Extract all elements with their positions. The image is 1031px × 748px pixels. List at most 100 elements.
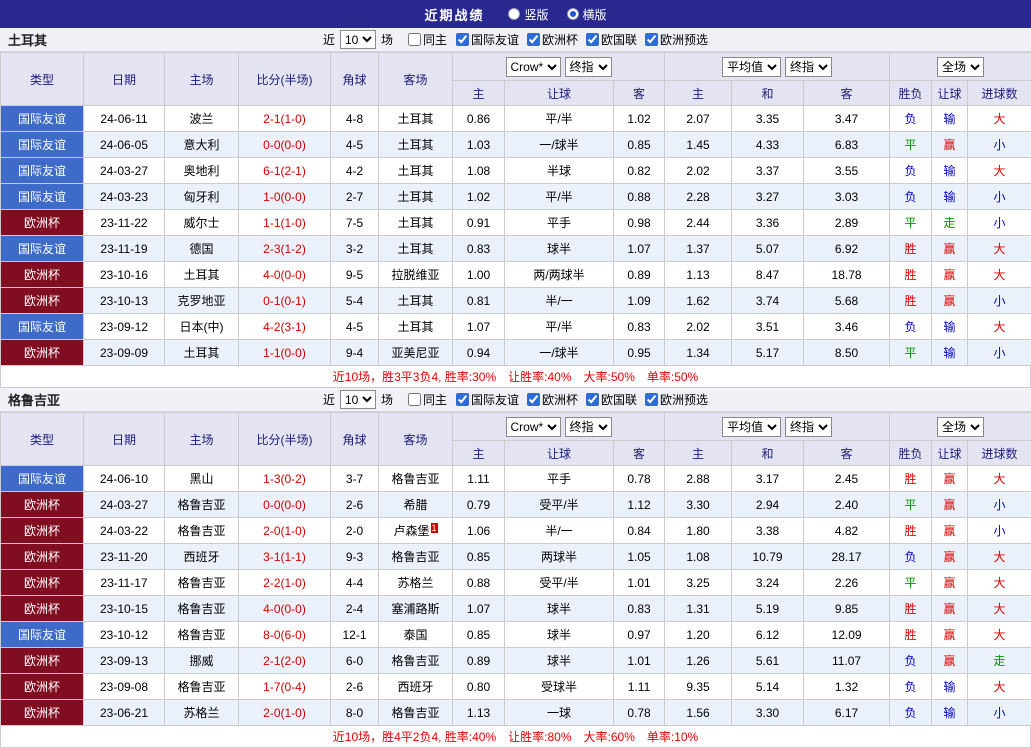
crown-away-odds-cell: 1.12 [614,492,665,518]
competition-checkbox-input[interactable] [527,393,540,406]
match-row: 欧洲杯23-11-22威尔士1-1(1-0)7-5土耳其0.91平手0.982.… [1,210,1031,236]
competition-checkbox-input[interactable] [456,33,469,46]
crown-away-odds-cell: 1.09 [614,288,665,314]
date-cell: 23-10-16 [84,262,165,288]
competition-checkbox-2[interactable]: 欧国联 [586,31,637,48]
recent-count-select[interactable]: 10 [340,390,376,409]
radio-circle[interactable] [508,8,520,20]
matches-table: 类型 日期 主场 比分(半场) 角球 客场 Crow* 终指 平均值 [0,412,1031,726]
away-team-cell: 土耳其 [379,288,453,314]
competition-checkbox-input[interactable] [456,393,469,406]
handicap-cell: 平/半 [505,314,614,340]
subcol-crown-home: 主 [453,441,505,466]
competition-checkbox-input[interactable] [586,393,599,406]
fulltime-select[interactable]: 全场 [937,417,984,437]
avg-home-odds-cell: 1.20 [665,622,732,648]
crown-home-odds-cell: 0.86 [453,106,505,132]
avg-home-odds-cell: 2.02 [665,158,732,184]
result-wdl-cell: 胜 [890,596,932,622]
competition-checkbox-0[interactable]: 国际友谊 [456,31,519,48]
subcol-avg-draw: 和 [732,441,804,466]
home-team-cell: 格鲁吉亚 [165,492,239,518]
competition-checkbox-0[interactable]: 国际友谊 [456,391,519,408]
average-select[interactable]: 平均值 [722,417,781,437]
fulltime-select[interactable]: 全场 [937,57,984,77]
vertical-layout-radio[interactable]: 竖版 [508,6,548,23]
competition-checkbox-3[interactable]: 欧洲预选 [645,391,708,408]
matches-label: 场 [381,31,393,48]
score-cell: 4-0(0-0) [239,262,331,288]
result-wdl-cell: 平 [890,492,932,518]
handicap-cell: 受球半 [505,674,614,700]
avg-home-odds-cell: 1.56 [665,700,732,726]
handicap-cell: 球半 [505,648,614,674]
team-name: 格鲁吉亚 [8,390,60,409]
score-cell: 1-3(0-2) [239,466,331,492]
corners-cell: 2-6 [331,674,379,700]
avg-away-odds-cell: 3.03 [804,184,890,210]
avg-draw-odds-cell: 3.35 [732,106,804,132]
average-select[interactable]: 平均值 [722,57,781,77]
competition-checkbox-3[interactable]: 欧洲预选 [645,31,708,48]
competition-cell: 国际友谊 [1,314,84,340]
recent-count-select[interactable]: 10 [340,30,376,49]
result-wdl-cell: 胜 [890,622,932,648]
average-index-select[interactable]: 终指 [785,57,832,77]
corners-cell: 3-7 [331,466,379,492]
score-cell: 2-0(1-0) [239,518,331,544]
same-home-checkbox[interactable]: 同主 [408,391,447,408]
score-cell: 0-0(0-0) [239,492,331,518]
crown-away-odds-cell: 1.02 [614,106,665,132]
match-row: 欧洲杯24-03-22格鲁吉亚2-0(1-0)2-0卢森堡11.06半/一0.8… [1,518,1031,544]
crown-home-odds-cell: 0.89 [453,648,505,674]
avg-away-odds-cell: 18.78 [804,262,890,288]
same-home-checkbox-input[interactable] [408,393,421,406]
competition-cell: 欧洲杯 [1,288,84,314]
competition-checkbox-1[interactable]: 欧洲杯 [527,31,578,48]
score-cell: 0-0(0-0) [239,132,331,158]
competition-checkbox-input[interactable] [586,33,599,46]
avg-draw-odds-cell: 3.27 [732,184,804,210]
crown-index-select[interactable]: 终指 [565,417,612,437]
competition-checkbox-input[interactable] [645,33,658,46]
radio-label: 竖版 [524,6,548,23]
same-home-checkbox-input[interactable] [408,33,421,46]
avg-draw-odds-cell: 5.14 [732,674,804,700]
crown-home-odds-cell: 1.06 [453,518,505,544]
competition-checkbox-1[interactable]: 欧洲杯 [527,391,578,408]
result-wdl-cell: 胜 [890,518,932,544]
competition-checkbox-input[interactable] [527,33,540,46]
page-title: 近期战绩 [424,5,484,24]
crown-index-select[interactable]: 终指 [565,57,612,77]
score-cell: 2-1(2-0) [239,648,331,674]
avg-away-odds-cell: 2.45 [804,466,890,492]
average-index-select[interactable]: 终指 [785,417,832,437]
competition-checkbox-2[interactable]: 欧国联 [586,391,637,408]
score-cell: 0-1(0-1) [239,288,331,314]
result-handicap-cell: 赢 [932,622,968,648]
match-row: 欧洲杯23-09-09土耳其1-1(0-0)9-4亚美尼亚0.94一/球半0.9… [1,340,1031,366]
avg-home-odds-cell: 1.37 [665,236,732,262]
away-team-cell: 格鲁吉亚 [379,648,453,674]
bookmaker-select[interactable]: Crow* [506,57,561,77]
away-team-cell: 土耳其 [379,210,453,236]
away-team-cell: 泰国 [379,622,453,648]
corners-cell: 4-5 [331,132,379,158]
subcol-handicap-result: 让球 [932,441,968,466]
competition-filters: 国际友谊欧洲杯欧国联欧洲预选 [456,31,708,48]
result-handicap-cell: 赢 [932,492,968,518]
col-header-type: 类型 [1,53,84,106]
corners-cell: 9-4 [331,340,379,366]
competition-cell: 欧洲杯 [1,262,84,288]
radio-circle[interactable] [567,8,579,20]
same-home-checkbox[interactable]: 同主 [408,31,447,48]
fulltime-group-header: 全场 [890,413,1031,441]
away-team-cell: 土耳其 [379,158,453,184]
bookmaker-select[interactable]: Crow* [506,417,561,437]
result-goals-cell: 大 [968,262,1031,288]
home-team-cell: 格鲁吉亚 [165,518,239,544]
horizontal-layout-radio[interactable]: 横版 [567,6,607,23]
score-cell: 1-7(0-4) [239,674,331,700]
competition-checkbox-input[interactable] [645,393,658,406]
score-cell: 2-3(1-2) [239,236,331,262]
